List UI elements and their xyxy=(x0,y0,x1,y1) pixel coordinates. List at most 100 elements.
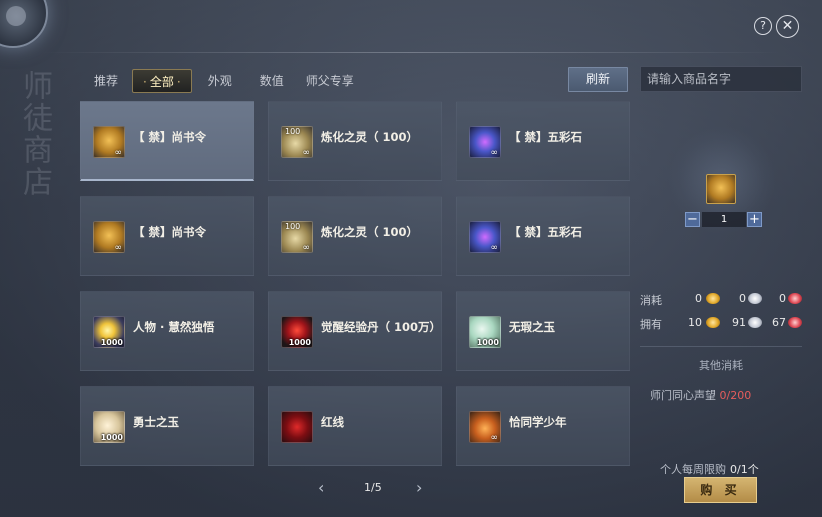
red-coin-icon xyxy=(788,317,802,328)
thread-icon xyxy=(281,411,313,443)
item-name: 炼化之灵（ 100） xyxy=(321,130,419,144)
token-icon: ∞ xyxy=(93,221,125,253)
purchase-panel: − 1 + 消耗 0 0 0 拥有 10 91 67 其他消耗 师门同心声望 0… xyxy=(636,100,806,510)
item-stack-count: 100 xyxy=(285,127,301,136)
item-qty: ∞ xyxy=(490,148,499,158)
refresh-button[interactable]: 刷新 xyxy=(568,67,628,92)
tab-master-exclusive[interactable]: 师父专享 xyxy=(296,69,364,93)
item-name: 【 禁】尚书令 xyxy=(133,130,207,144)
buy-button[interactable]: 购 买 xyxy=(684,477,757,503)
tab-stats[interactable]: 数值 xyxy=(250,69,294,93)
cost-label: 消耗 xyxy=(640,294,662,307)
gold-coin-icon xyxy=(706,293,720,304)
own-silver-value: 91 xyxy=(732,316,746,329)
gold-coin-icon xyxy=(706,317,720,328)
item-name: 恰同学少年 xyxy=(509,415,567,429)
limit-label: 个人每周限购 xyxy=(660,463,726,476)
prev-page-button[interactable]: ‹ xyxy=(318,478,324,497)
cost-red-value: 0 xyxy=(779,292,786,305)
reputation-label: 师门同心声望 xyxy=(650,389,716,402)
item-card[interactable]: 1000 觉醒经验丹（ 100万） xyxy=(268,291,442,371)
item-name: 【 禁】尚书令 xyxy=(133,225,207,239)
quantity-minus-button[interactable]: − xyxy=(685,212,700,227)
item-card[interactable]: 1000 人物 · 慧然独悟 xyxy=(80,291,254,371)
help-icon[interactable]: ? xyxy=(754,17,772,35)
shop-side-title: 师徒商店 xyxy=(17,70,52,198)
item-name: 勇士之玉 xyxy=(133,415,179,429)
tab-label: 师父专享 xyxy=(305,74,354,88)
tab-all[interactable]: · 全部 · xyxy=(132,69,192,93)
own-label: 拥有 xyxy=(640,318,662,331)
item-card[interactable]: ∞ 【 禁】五彩石 xyxy=(456,196,630,276)
tab-label: 推荐 xyxy=(94,74,119,88)
quantity-input[interactable]: 1 xyxy=(702,212,746,227)
book-icon: ∞ xyxy=(469,411,501,443)
own-red-value: 67 xyxy=(772,316,786,329)
limit-value: 0/1个 xyxy=(730,463,759,476)
item-qty: ∞ xyxy=(114,148,123,158)
item-card[interactable]: ∞ 恰同学少年 xyxy=(456,386,630,466)
tab-appearance[interactable]: 外观 xyxy=(198,69,242,93)
item-card[interactable]: 红线 xyxy=(268,386,442,466)
next-page-button[interactable]: › xyxy=(416,478,422,497)
cost-row: 消耗 0 0 0 xyxy=(640,291,806,309)
pill-icon: 1000 xyxy=(281,316,313,348)
item-name: 【 禁】五彩石 xyxy=(509,130,583,144)
item-card[interactable]: ∞ 【 禁】五彩石 xyxy=(456,101,630,181)
shop-emblem-icon xyxy=(0,0,48,48)
header-divider xyxy=(40,52,782,53)
quantity-plus-button[interactable]: + xyxy=(747,212,762,227)
stone-icon: ∞ xyxy=(469,221,501,253)
item-card[interactable]: 100 ∞ 炼化之灵（ 100） xyxy=(268,196,442,276)
item-qty: ∞ xyxy=(490,433,499,443)
item-name: 人物 · 慧然独悟 xyxy=(133,320,215,334)
item-name: 无瑕之玉 xyxy=(509,320,555,334)
jade-icon: 1000 xyxy=(93,411,125,443)
item-name: 觉醒经验丹（ 100万） xyxy=(321,320,442,334)
search-input[interactable]: 请输入商品名字 xyxy=(640,66,802,92)
tab-dot-icon: · xyxy=(176,75,181,89)
silver-coin-icon xyxy=(748,317,762,328)
red-coin-icon xyxy=(788,293,802,304)
stone-icon: ∞ xyxy=(469,126,501,158)
item-qty: 1000 xyxy=(100,433,123,442)
spirit-icon: 100 ∞ xyxy=(281,126,313,158)
item-qty: ∞ xyxy=(490,243,499,253)
item-card[interactable]: 1000 勇士之玉 xyxy=(80,386,254,466)
cost-silver-value: 0 xyxy=(739,292,746,305)
reputation-value: 0/200 xyxy=(719,389,752,402)
item-qty: 1000 xyxy=(288,338,311,347)
tab-label: 全部 xyxy=(149,75,174,89)
close-icon[interactable]: ✕ xyxy=(776,15,799,38)
tab-dot-icon: · xyxy=(143,75,147,89)
reputation-row: 师门同心声望 0/200 xyxy=(650,387,751,403)
token-icon: ∞ xyxy=(93,126,125,158)
item-qty: 1000 xyxy=(100,338,123,347)
own-row: 拥有 10 91 67 xyxy=(640,315,806,333)
selected-item-icon xyxy=(706,174,736,204)
item-qty: ∞ xyxy=(302,148,311,158)
item-card[interactable]: ∞ 【 禁】尚书令 xyxy=(80,101,254,181)
item-qty: ∞ xyxy=(114,243,123,253)
category-tabs: 推荐 · 全部 · 外观 数值 师父专享 xyxy=(84,68,364,94)
star-icon: 1000 xyxy=(93,316,125,348)
item-card[interactable]: ∞ 【 禁】尚书令 xyxy=(80,196,254,276)
item-stack-count: 100 xyxy=(285,222,301,231)
item-name: 红线 xyxy=(321,415,344,429)
item-qty: ∞ xyxy=(302,243,311,253)
item-qty: 1000 xyxy=(476,338,499,347)
spirit-icon: 100 ∞ xyxy=(281,221,313,253)
panel-divider xyxy=(640,346,802,347)
jade-icon: 1000 xyxy=(469,316,501,348)
silver-coin-icon xyxy=(748,293,762,304)
cost-gold-value: 0 xyxy=(695,292,702,305)
tab-label: 数值 xyxy=(259,74,284,88)
item-card[interactable]: 1000 无瑕之玉 xyxy=(456,291,630,371)
other-cost-heading: 其他消耗 xyxy=(699,359,743,372)
item-card[interactable]: 100 ∞ 炼化之灵（ 100） xyxy=(268,101,442,181)
page-indicator: 1/5 xyxy=(364,481,382,494)
item-name: 炼化之灵（ 100） xyxy=(321,225,419,239)
tab-recommend[interactable]: 推荐 xyxy=(84,69,128,93)
pagination: ‹ 1/5 › xyxy=(318,478,438,498)
weekly-limit: 个人每周限购 0/1个 xyxy=(660,461,759,477)
